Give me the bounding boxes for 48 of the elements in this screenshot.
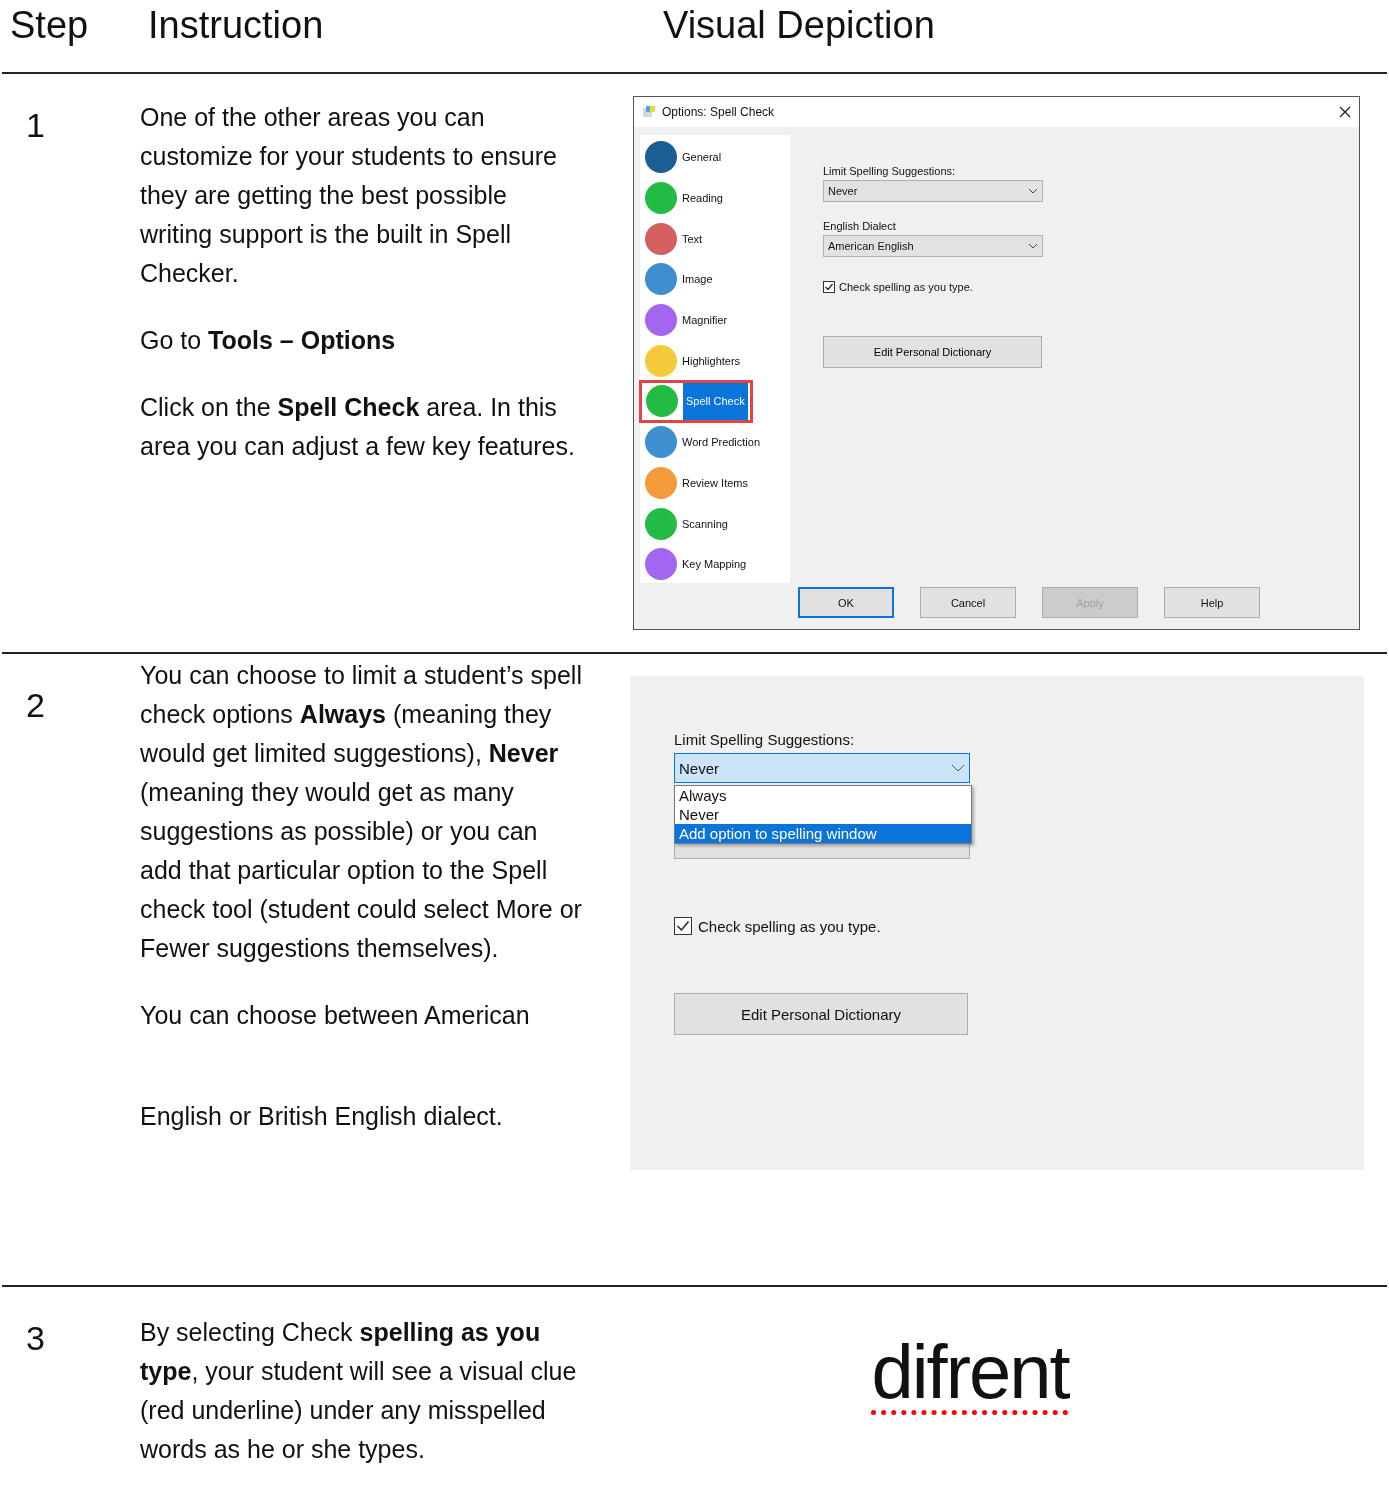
instruction-text: By selecting Check spelling as you type, your student will see a visual clue (red underline) under any misspelled words as he or she types. (140, 1317, 578, 1465)
instruction-text: You can choose between American (140, 1000, 531, 1031)
dialog-button[interactable]: Help (1164, 587, 1260, 618)
instruction-text: You can choose to limit a student’s spell check options Always (meaning they would get limited suggestions), Never (meaning they would get as many suggestions as possible) or you can add that particular option to the Spell check tool (student could select More or Fewer suggestions themselves). (140, 660, 583, 964)
sidebar-item[interactable]: Magnifier (640, 299, 790, 341)
sidebar-item[interactable]: Text (640, 218, 790, 260)
dialog-title: Options: Spell Check (662, 105, 776, 119)
instruction-text: English or British English dialect. (140, 1101, 504, 1132)
sidebar-item[interactable]: Reading (640, 177, 790, 219)
sidebar-item[interactable]: General (640, 137, 790, 178)
column-header: Visual Depiction (663, 3, 936, 48)
dropdown-field[interactable]: American English (823, 235, 1043, 257)
dropdown-field[interactable]: Never (674, 753, 970, 783)
chevron-icon (1028, 188, 1038, 194)
app-icon (642, 105, 656, 119)
sidebar-item[interactable]: Key Mapping (640, 543, 790, 585)
checkbox[interactable] (674, 917, 692, 935)
dropdown-field[interactable]: Never (823, 180, 1043, 202)
sidebar-item[interactable]: Image (640, 259, 790, 300)
column-header: Instruction (148, 3, 325, 48)
field-label: Limit Spelling Suggestions: (674, 731, 856, 748)
step-number: 1 (25, 105, 46, 146)
field-label: Limit Spelling Suggestions: (823, 165, 957, 177)
edit-dictionary-button[interactable]: Edit Personal Dictionary (823, 336, 1042, 368)
chevron-icon (951, 764, 965, 772)
chevron-icon (1028, 243, 1038, 249)
instruction-text: Click on the Spell Check area. In this area you can adjust a few key features. (140, 392, 576, 462)
checkbox-label: Check spelling as you type. (698, 917, 881, 935)
dialog-button[interactable]: OK (798, 587, 894, 618)
sidebar-item[interactable]: Scanning (640, 503, 790, 544)
checkbox-label: Check spelling as you type. (839, 281, 973, 293)
step-number: 2 (25, 685, 46, 726)
misspelled-word: difrent (871, 1337, 1069, 1416)
close-icon[interactable] (1339, 106, 1351, 118)
dropdown-option[interactable]: Never (675, 805, 971, 824)
dropdown-option[interactable]: Always (675, 786, 971, 805)
edit-dictionary-button[interactable]: Edit Personal Dictionary (674, 993, 968, 1035)
dropdown-option[interactable]: Add option to spelling window (675, 824, 971, 843)
sidebar-item[interactable]: Word Prediction (640, 421, 790, 463)
instruction-text: One of the other areas you can customize for your students to ensure they are getting the best possible writing support is the built in Spell Checker. (140, 102, 558, 289)
sidebar-item[interactable]: Highlighters (640, 340, 790, 382)
column-header: Step (9, 3, 90, 48)
instruction-text: Go to Tools – Options (140, 325, 397, 356)
field-label: English Dialect (823, 220, 897, 232)
sidebar-item[interactable]: Review Items (640, 462, 790, 504)
checkbox[interactable] (823, 281, 835, 293)
step-number: 3 (25, 1318, 46, 1359)
dialog-button[interactable]: Cancel (920, 587, 1016, 618)
